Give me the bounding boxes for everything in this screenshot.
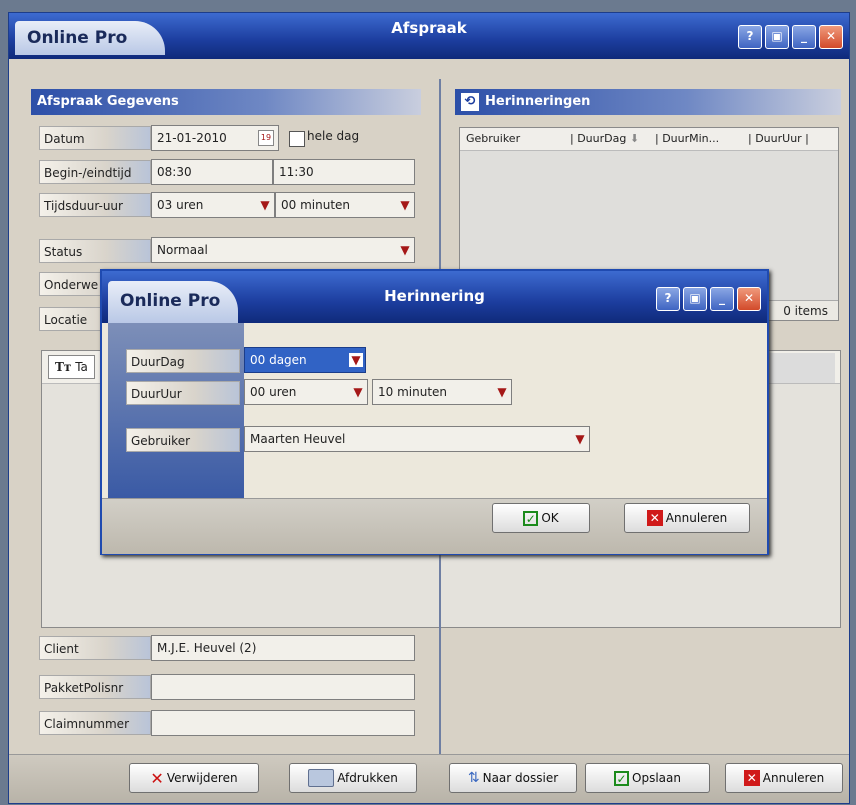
chevron-down-icon[interactable]: ▼ (258, 198, 272, 212)
claimnummer-field[interactable] (151, 710, 415, 736)
ok-button[interactable]: ✓ OK (492, 503, 590, 533)
dialog-annuleren-label: Annuleren (665, 511, 728, 525)
afdrukken-button[interactable]: Afdrukken (289, 763, 417, 793)
duurdag-header-label: DuurDag (577, 132, 627, 145)
afspraak-gegevens-header: Afspraak Gegevens (31, 89, 421, 115)
printer-icon (308, 769, 335, 787)
chevron-down-icon[interactable]: ▼ (351, 385, 365, 399)
uren-value: 03 uren (157, 198, 204, 212)
dialog-annuleren-button[interactable]: ✕ Annuleren (624, 503, 750, 533)
naar-dossier-label: Naar dossier (482, 771, 559, 785)
check-icon: ✓ (614, 770, 630, 786)
dialog-titlebar[interactable]: Online Pro Herinnering ? ▣ _ ✕ (102, 271, 767, 323)
opslaan-button[interactable]: ✓ Opslaan (585, 763, 710, 793)
ok-label: OK (541, 511, 559, 525)
eind-tijd-field[interactable]: 11:30 (273, 159, 415, 185)
herinnering-dialog: Online Pro Herinnering ? ▣ _ ✕ DuurDag 0… (100, 269, 769, 555)
gebruiker-select[interactable]: Maarten Heuvel ▼ (244, 426, 590, 452)
duurmin-header-label: DuurMin... (662, 132, 720, 145)
begin-tijd-field[interactable]: 08:30 (151, 159, 273, 185)
table-header: Gebruiker | DuurDag ⬇ | DuurMin... | Duu… (460, 128, 838, 151)
duuruur-select[interactable]: 00 uren ▼ (244, 379, 368, 405)
claimnummer-label: Claimnummer (39, 711, 151, 735)
begin-eindtijd-label: Begin-/eindtijd (39, 160, 151, 184)
annuleren-button[interactable]: ✕ Annuleren (725, 763, 843, 793)
text-format-button[interactable]: Tт Ta (48, 355, 95, 379)
datum-value: 21-01-2010 (157, 131, 227, 145)
opslaan-label: Opslaan (632, 771, 681, 785)
datum-label: Datum (39, 126, 151, 150)
duuruur-label: DuurUur (126, 381, 240, 405)
chevron-down-icon[interactable]: ▼ (398, 243, 412, 257)
verwijderen-label: Verwijderen (166, 771, 238, 785)
herinneringen-title: Herinneringen (485, 94, 591, 109)
dialog-minuten-select[interactable]: 10 minuten ▼ (372, 379, 512, 405)
chevron-down-icon[interactable]: ▼ (398, 198, 412, 212)
help-icon[interactable]: ? (656, 287, 680, 311)
afdrukken-label: Afdrukken (337, 771, 398, 785)
dossier-icon: ⇅ (467, 770, 480, 786)
main-titlebar[interactable]: Online Pro Afspraak ? ▣ _ ✕ (9, 13, 849, 59)
close-icon[interactable]: ✕ (819, 25, 843, 49)
naar-dossier-button[interactable]: ⇅ Naar dossier (449, 763, 577, 793)
status-label: Status (39, 239, 151, 263)
hele-dag-label: hele dag (307, 129, 360, 143)
delete-icon: ✕ (150, 768, 164, 788)
refresh-icon[interactable]: ⟲ (461, 93, 479, 111)
column-header-duurdag[interactable]: | DuurDag ⬇ (570, 128, 639, 150)
sort-arrow-icon: ⬇ (629, 132, 640, 145)
annuleren-label: Annuleren (762, 771, 825, 785)
datum-field[interactable]: 21-01-2010 19 (151, 125, 279, 151)
tijdsduur-label: Tijdsduur-uur (39, 193, 151, 217)
status-value: Normaal (157, 243, 208, 257)
duuruur-value: 00 uren (250, 385, 297, 399)
pakketpolisnr-label: PakketPolisnr (39, 675, 151, 699)
duurdag-value: 00 dagen (250, 353, 307, 367)
minimize-icon[interactable]: _ (792, 25, 816, 49)
herinneringen-header: ⟲ Herinneringen (455, 89, 841, 115)
gebruiker-value: Maarten Heuvel (250, 432, 346, 446)
check-icon: ✓ (523, 510, 539, 526)
minimize-icon[interactable]: _ (710, 287, 734, 311)
column-header-gebruiker[interactable]: Gebruiker (466, 128, 520, 150)
chevron-down-icon[interactable]: ▼ (495, 385, 509, 399)
client-field[interactable]: M.J.E. Heuvel (2) (151, 635, 415, 661)
dialog-minuten-value: 10 minuten (378, 385, 448, 399)
gebruiker-label: Gebruiker (126, 428, 240, 452)
status-select[interactable]: Normaal ▼ (151, 237, 415, 263)
cancel-icon: ✕ (646, 510, 663, 526)
help-icon[interactable]: ? (738, 25, 762, 49)
minuten-value: 00 minuten (281, 198, 351, 212)
calendar-icon[interactable]: 19 (258, 130, 274, 146)
close-icon[interactable]: ✕ (737, 287, 761, 311)
duurdag-label: DuurDag (126, 349, 240, 373)
chevron-down-icon[interactable]: ▼ (349, 353, 363, 367)
duurdag-select[interactable]: 00 dagen ▼ (244, 347, 366, 373)
uren-select[interactable]: 03 uren ▼ (151, 192, 275, 218)
pakketpolisnr-field[interactable] (151, 674, 415, 700)
verwijderen-button[interactable]: ✕ Verwijderen (129, 763, 259, 793)
column-header-duuruur[interactable]: | DuurUur | (748, 128, 809, 150)
duuruur-header-label: DuurUur (755, 132, 802, 145)
minuten-select[interactable]: 00 minuten ▼ (275, 192, 415, 218)
column-header-duurmin[interactable]: | DuurMin... (655, 128, 719, 150)
toolbar-partial-label: Ta (75, 360, 88, 374)
restore-icon[interactable]: ▣ (765, 25, 789, 49)
client-label: Client (39, 636, 151, 660)
window-title: Afspraak (391, 19, 467, 37)
hele-dag-checkbox[interactable] (289, 131, 305, 147)
restore-icon[interactable]: ▣ (683, 287, 707, 311)
cancel-icon: ✕ (743, 770, 760, 786)
chevron-down-icon[interactable]: ▼ (573, 432, 587, 446)
